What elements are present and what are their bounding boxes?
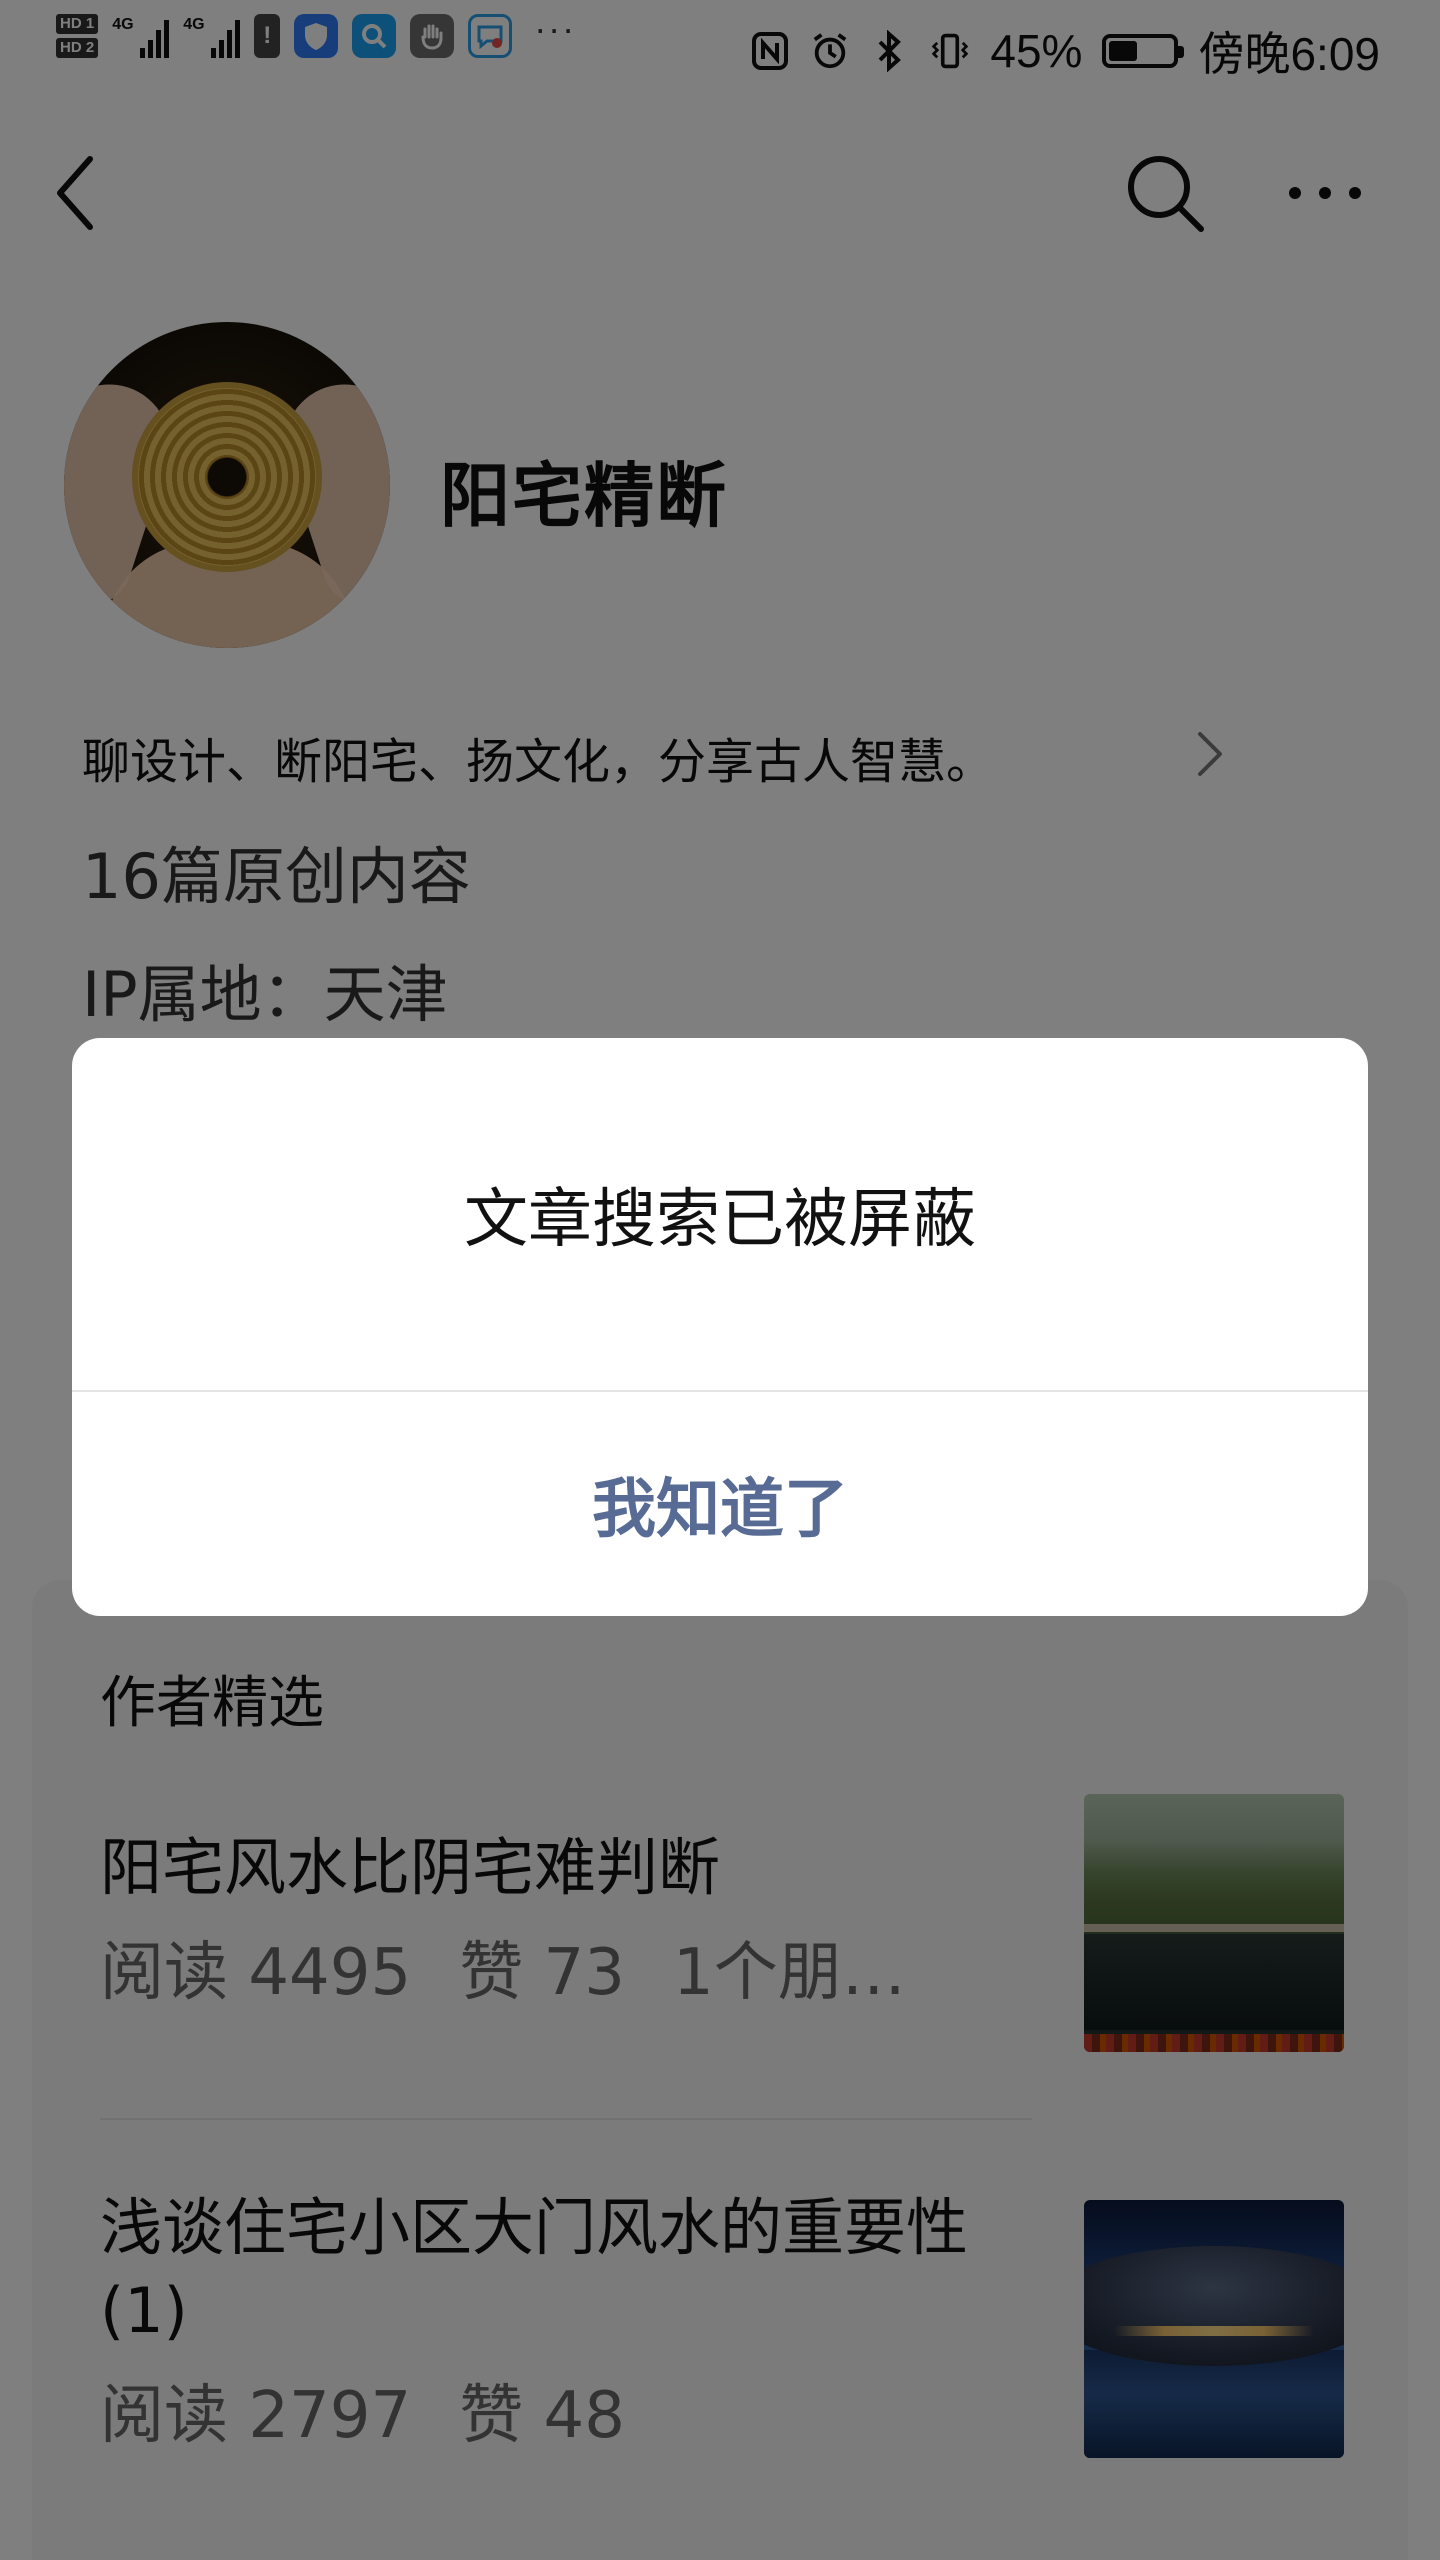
dialog-confirm-button[interactable]: 我知道了	[72, 1392, 1368, 1616]
dialog-message: 文章搜索已被屏蔽	[464, 1183, 976, 1257]
alert-dialog: 文章搜索已被屏蔽 我知道了	[72, 1038, 1368, 1616]
